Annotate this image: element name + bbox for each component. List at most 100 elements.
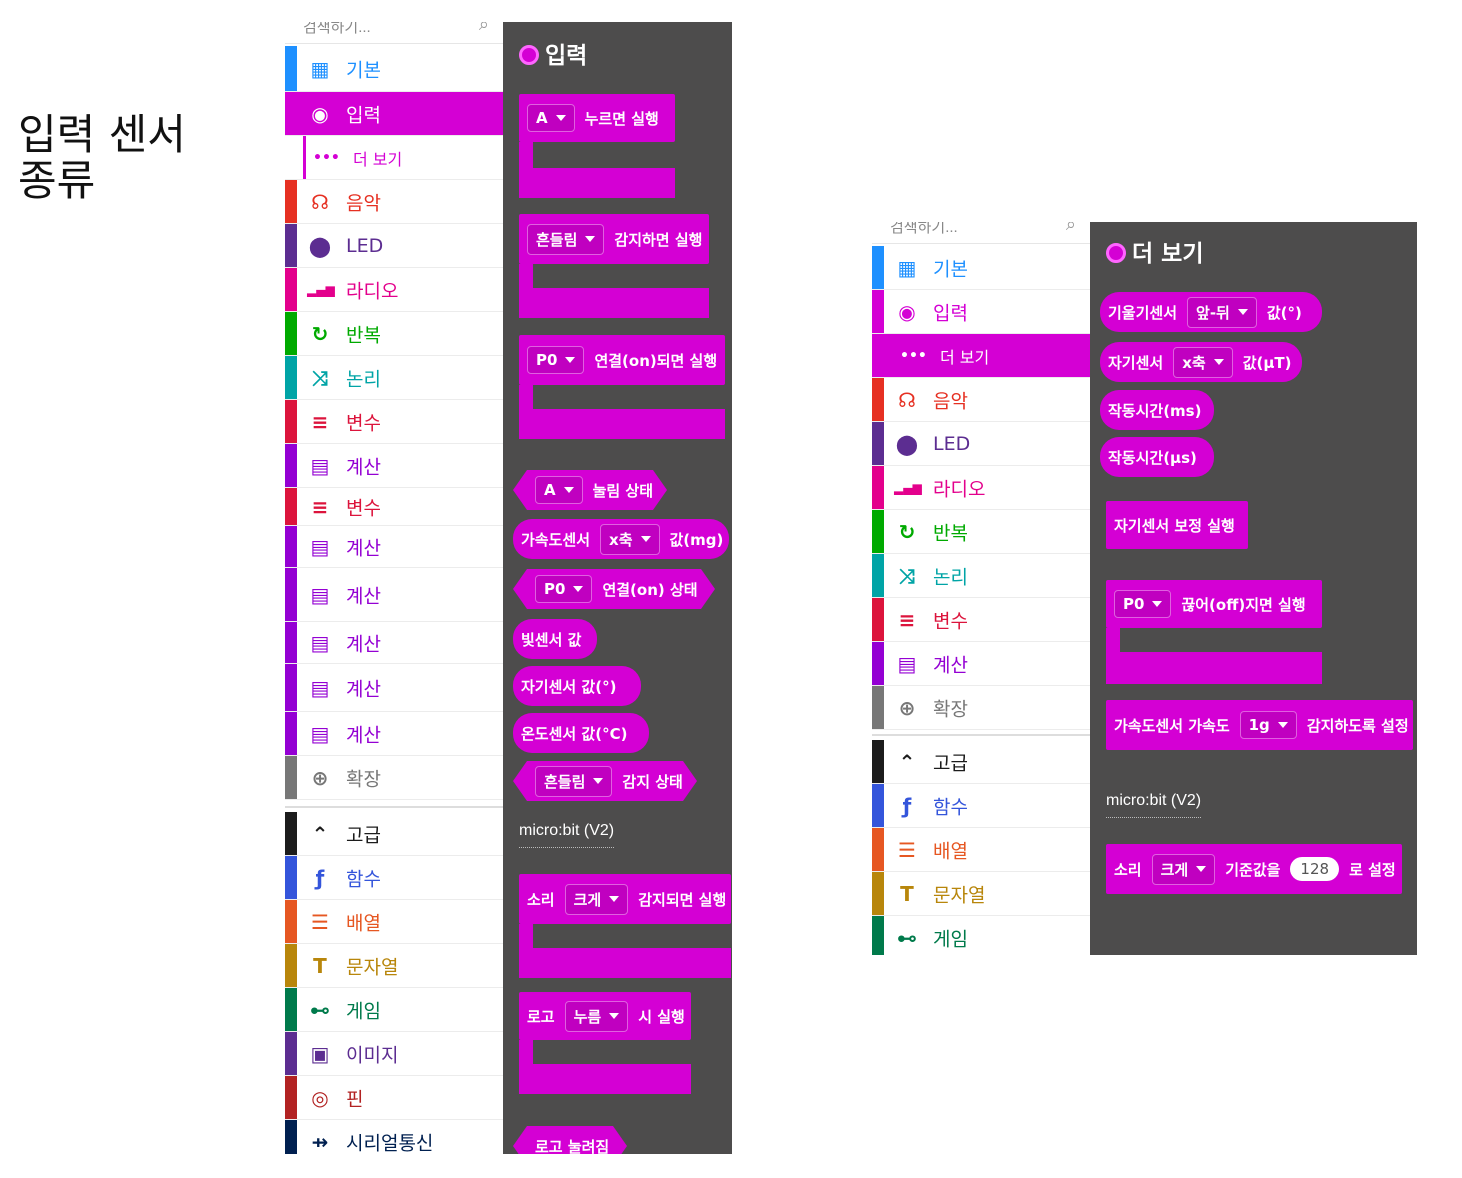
category-headphones-3[interactable]: ☊ 음악 — [872, 378, 1090, 422]
category-loop-6[interactable]: ↻ 반복 — [872, 510, 1090, 554]
category-label: 기본 — [346, 59, 381, 81]
block-compass-heading[interactable]: 자기센서 값(°) — [513, 666, 641, 706]
category-label: 함수 — [933, 796, 968, 818]
gesture-dropdown[interactable]: 흔들림 — [527, 223, 605, 255]
category-calculator-11[interactable]: ▤ 계산 — [285, 526, 503, 568]
category-headphones-3[interactable]: ☊ 음악 — [285, 180, 503, 224]
block-temperature[interactable]: 온도센서 값(°C) — [513, 713, 649, 753]
search-input[interactable]: 검색하기... — [303, 22, 371, 37]
page-heading: 입력 센서 종류 — [18, 110, 186, 205]
block-magnetic-force[interactable]: 자기센서 x축 값(μT) — [1100, 342, 1302, 382]
category-signal-5[interactable]: ▂▄▆ 라디오 — [872, 466, 1090, 510]
block-button-is-pressed[interactable]: A 눌림 상태 — [513, 470, 667, 510]
category-plus-circle-10[interactable]: ⊕ 확장 — [872, 686, 1090, 730]
array-icon: ☰ — [898, 837, 916, 862]
category-array-19[interactable]: ☰ 배열 — [285, 900, 503, 944]
block-rotation[interactable]: 기울기센서 앞-뒤 값(°) — [1100, 292, 1322, 332]
category-list-10[interactable]: ≡ 변수 — [285, 488, 503, 526]
gesture-dropdown[interactable]: 흔들림 — [535, 766, 612, 797]
category-shuffle-7[interactable]: ⤨ 논리 — [285, 356, 503, 400]
category-gamepad-21[interactable]: ⊷ 게임 — [285, 988, 503, 1032]
category-usb-24[interactable]: ⇸ 시리얼통신 — [285, 1120, 503, 1154]
search-icon[interactable]: ⌕ — [479, 22, 489, 35]
category-function-12[interactable]: ƒ 함수 — [872, 784, 1090, 828]
list-icon: ≡ — [311, 494, 329, 519]
block-gesture[interactable]: 흔들림 감지하면 실행 — [519, 214, 709, 264]
category-grid-0[interactable]: ▦ 기본 — [285, 46, 503, 92]
block-pin-is-pressed[interactable]: P0 연결(on) 상태 — [513, 569, 715, 609]
category-array-13[interactable]: ☰ 배열 — [872, 828, 1090, 872]
category-record-1[interactable]: ◉ 입력 — [872, 290, 1090, 334]
pin-dropdown[interactable]: P0 — [527, 346, 585, 374]
category-text-14[interactable]: T 문자열 — [872, 872, 1090, 916]
block-pin-released[interactable]: P0 끊어(off)지면 실행 — [1106, 580, 1322, 628]
category-calculator-15[interactable]: ▤ 계산 — [285, 712, 503, 756]
category-calculator-12[interactable]: ▤ 계산 — [285, 568, 503, 622]
category-target-23[interactable]: ◎ 핀 — [285, 1076, 503, 1120]
category-function-18[interactable]: ƒ 함수 — [285, 856, 503, 900]
block-pin-pressed[interactable]: P0 연결(on)되면 실행 — [519, 335, 725, 385]
category-more-2[interactable]: ••• 더 보기 — [872, 334, 1090, 378]
category-list-8[interactable]: ≡ 변수 — [285, 400, 503, 444]
search-box[interactable]: 검색하기... ⌕ — [285, 22, 503, 44]
block-is-gesture[interactable]: 흔들림 감지 상태 — [513, 761, 697, 801]
button-dropdown[interactable]: A — [527, 104, 575, 132]
category-calculator-13[interactable]: ▤ 계산 — [285, 622, 503, 664]
search-box[interactable]: 검색하기... ⌕ — [872, 222, 1090, 244]
block-button-pressed[interactable]: A 누르면 실행 — [519, 94, 675, 142]
category-chevron-up-17[interactable]: ⌃ 고급 — [285, 812, 503, 856]
block-accelerometer-range[interactable]: 가속도센서 가속도 1g 감지하도록 설정 — [1106, 700, 1413, 750]
category-list-8[interactable]: ≡ 변수 — [872, 598, 1090, 642]
category-shuffle-7[interactable]: ⤨ 논리 — [872, 554, 1090, 598]
category-image-22[interactable]: ▣ 이미지 — [285, 1032, 503, 1076]
shuffle-icon: ⤨ — [899, 563, 915, 588]
category-plus-circle-16[interactable]: ⊕ 확장 — [285, 756, 503, 800]
signal-icon: ▂▄▆ — [894, 480, 922, 495]
pin-dropdown[interactable]: P0 — [1114, 590, 1172, 618]
array-icon: ☰ — [311, 909, 329, 934]
category-calculator-9[interactable]: ▤ 계산 — [285, 444, 503, 488]
category-chevron-up-11[interactable]: ⌃ 고급 — [872, 740, 1090, 784]
block-acceleration[interactable]: 가속도센서 x축 값(mg) — [513, 519, 729, 559]
logo-dropdown[interactable]: 누름 — [564, 1000, 629, 1032]
category-gamepad-15[interactable]: ⊷ 게임 — [872, 916, 1090, 955]
block-notch — [533, 142, 675, 168]
block-logo-is-pressed[interactable]: 로고 눌려짐 — [513, 1126, 627, 1154]
rotation-dropdown[interactable]: 앞-뒤 — [1187, 296, 1257, 328]
category-grid-0[interactable]: ▦ 기본 — [872, 246, 1090, 290]
sound-dropdown[interactable]: 크게 — [564, 883, 629, 915]
search-input[interactable]: 검색하기... — [890, 222, 958, 237]
axis-dropdown[interactable]: x축 — [600, 523, 660, 555]
category-signal-5[interactable]: ▂▄▆ 라디오 — [285, 268, 503, 312]
range-dropdown[interactable]: 1g — [1239, 711, 1297, 739]
signal-icon: ▂▄▆ — [307, 282, 335, 297]
search-icon[interactable]: ⌕ — [1066, 222, 1076, 235]
block-calibrate-compass[interactable]: 자기센서 보정 실행 — [1106, 501, 1248, 549]
record-icon — [519, 45, 539, 65]
category-toggle-4[interactable]: ⬤ LED — [285, 224, 503, 268]
category-text-20[interactable]: T 문자열 — [285, 944, 503, 988]
threshold-number-input[interactable]: 128 — [1290, 857, 1340, 881]
block-running-time-us[interactable]: 작동시간(μs) — [1100, 437, 1214, 477]
block-set-sound-threshold[interactable]: 소리 크게 기준값을 128 로 설정 — [1106, 844, 1402, 894]
category-color-bar — [872, 246, 884, 289]
category-calculator-9[interactable]: ▤ 계산 — [872, 642, 1090, 686]
category-color-bar — [872, 510, 884, 553]
button-dropdown[interactable]: A — [535, 476, 583, 504]
category-more-2[interactable]: ••• 더 보기 — [285, 136, 503, 180]
block-running-time-ms[interactable]: 작동시간(ms) — [1100, 390, 1214, 430]
category-loop-6[interactable]: ↻ 반복 — [285, 312, 503, 356]
category-color-bar — [285, 46, 297, 91]
category-record-1[interactable]: ◉ 입력 — [285, 92, 503, 136]
category-toggle-4[interactable]: ⬤ LED — [872, 422, 1090, 466]
block-light-level[interactable]: 빛센서 값 — [513, 619, 597, 659]
block-loud-sound[interactable]: 소리 크게 감지되면 실행 — [519, 874, 731, 924]
category-color-bar — [872, 828, 884, 871]
category-calculator-14[interactable]: ▤ 계산 — [285, 664, 503, 712]
shuffle-icon: ⤨ — [312, 365, 328, 390]
block-logo-event[interactable]: 로고 누름 시 실행 — [519, 992, 691, 1040]
axis-dropdown[interactable]: x축 — [1173, 346, 1233, 378]
pin-dropdown[interactable]: P0 — [535, 575, 592, 603]
gamepad-icon: ⊷ — [310, 997, 330, 1022]
sound-dropdown[interactable]: 크게 — [1151, 853, 1216, 885]
